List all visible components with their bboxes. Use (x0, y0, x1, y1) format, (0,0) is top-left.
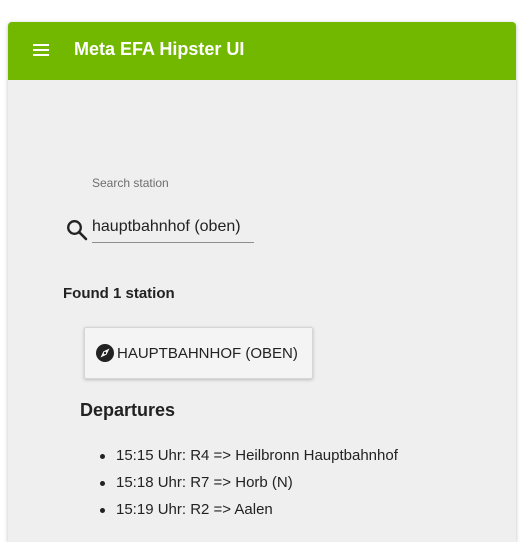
app-card: Meta EFA Hipster UI Search station Found… (8, 22, 516, 542)
departures-title: Departures (80, 400, 176, 420)
station-label: HAUPTBAHNHOF (OBEN) (117, 344, 298, 362)
app-bar: Meta EFA Hipster UI (8, 22, 516, 80)
departure-item: 15:15 Uhr: R4 => Heilbronn Hauptbahnhof (99, 447, 398, 474)
menu-icon[interactable] (32, 41, 52, 61)
search-label: Search station (92, 176, 169, 190)
search-input[interactable] (92, 212, 254, 243)
results-summary: Found 1 station (63, 285, 175, 302)
compass-icon (96, 344, 114, 362)
station-button[interactable]: HAUPTBAHNHOF (OBEN) (84, 327, 313, 379)
departure-item: 15:19 Uhr: R2 => Aalen (99, 501, 398, 528)
app-title: Meta EFA Hipster UI (74, 39, 245, 59)
departure-item: 15:18 Uhr: R7 => Horb (N) (99, 474, 398, 501)
search-icon (67, 220, 88, 241)
departures-list: 15:15 Uhr: R4 => Heilbronn Hauptbahnhof … (99, 447, 398, 528)
